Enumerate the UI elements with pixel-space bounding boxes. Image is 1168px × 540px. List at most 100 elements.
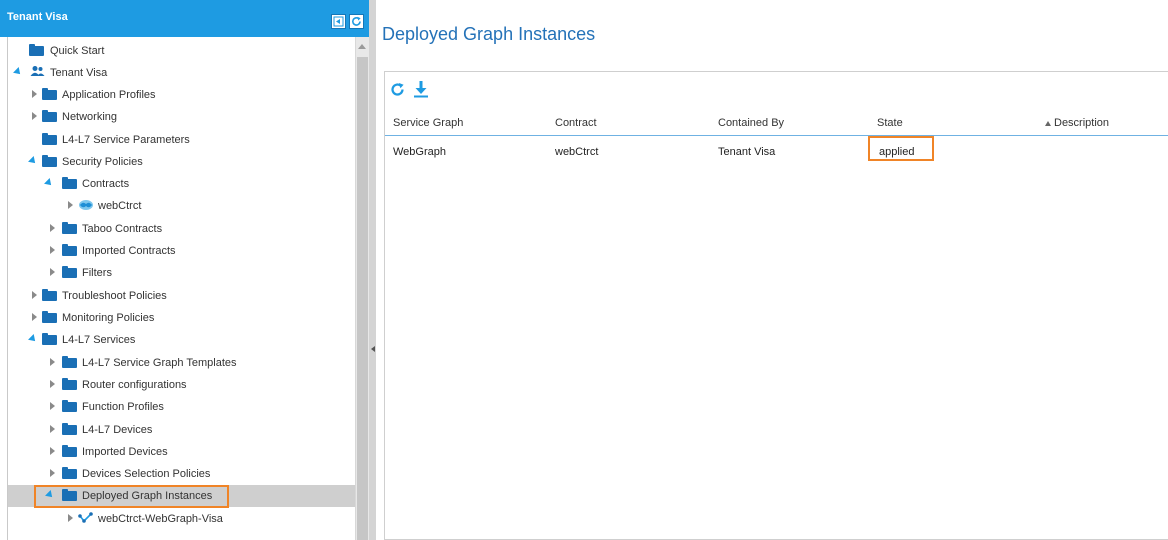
tree-item-label: Filters: [82, 267, 112, 279]
tree-item-imported-contracts[interactable]: Imported Contracts: [8, 240, 356, 262]
tree-item-contracts[interactable]: Contracts: [8, 173, 356, 195]
folder-icon: [62, 445, 77, 457]
tree-item-security-policies[interactable]: Security Policies: [8, 151, 356, 173]
tree-item-label: Monitoring Policies: [62, 312, 155, 324]
folder-icon: [42, 289, 57, 301]
expand-arrow-icon[interactable]: [28, 334, 38, 344]
expand-arrow-icon[interactable]: [32, 313, 37, 321]
expand-arrow-icon[interactable]: [68, 514, 73, 522]
folder-icon: [62, 266, 77, 278]
tree-scrollbar[interactable]: [355, 37, 369, 540]
navigation-panel: Tenant Visa Quick Start Tenant Visa Appl…: [0, 0, 369, 540]
tree-item-l4-l7-service-graph-templates[interactable]: L4-L7 Service Graph Templates: [8, 352, 356, 374]
tree-item-label: webCtrct: [98, 200, 142, 212]
tree-item-devices-selection-policies[interactable]: Devices Selection Policies: [8, 463, 356, 485]
download-icon[interactable]: [413, 80, 429, 101]
column-state[interactable]: State: [877, 117, 903, 129]
folder-icon: [62, 378, 77, 390]
folder-icon: [42, 133, 57, 145]
folder-icon: [62, 423, 77, 435]
graph-instance-icon: [78, 511, 94, 528]
tree-item-label: Devices Selection Policies: [82, 468, 211, 480]
tree-item-troubleshoot-policies[interactable]: Troubleshoot Policies: [8, 285, 356, 307]
tree-item-l4-l7-devices[interactable]: L4-L7 Devices: [8, 419, 356, 441]
cell-contract: webCtrct: [555, 146, 599, 158]
tree-item-imported-devices[interactable]: Imported Devices: [8, 441, 356, 463]
tree-item-router-configurations[interactable]: Router configurations: [8, 374, 356, 396]
folder-icon: [42, 110, 57, 122]
tree-item-label: Quick Start: [50, 45, 105, 57]
tree-item-label: Imported Devices: [82, 446, 168, 458]
folder-icon: [62, 467, 77, 479]
tree-item-label: Function Profiles: [82, 401, 164, 413]
tree-item-label: webCtrct-WebGraph-Visa: [98, 513, 223, 525]
refresh-icon[interactable]: [389, 81, 406, 101]
expand-arrow-icon[interactable]: [28, 156, 38, 166]
tree-item-label: L4-L7 Service Parameters: [62, 134, 190, 146]
scrollbar-thumb[interactable]: [357, 57, 368, 540]
expand-arrow-icon[interactable]: [50, 224, 55, 232]
folder-icon: [62, 356, 77, 368]
column-contained-by[interactable]: Contained By: [718, 117, 784, 129]
expand-arrow-icon[interactable]: [44, 178, 54, 188]
contract-icon: [78, 198, 94, 215]
expand-arrow-icon[interactable]: [50, 246, 55, 254]
expand-arrow-icon[interactable]: [50, 447, 55, 455]
tree-item-label: Router configurations: [82, 379, 187, 391]
state-highlight-box: [868, 136, 934, 161]
column-contract[interactable]: Contract: [555, 117, 597, 129]
expand-arrow-icon[interactable]: [32, 112, 37, 120]
sort-ascending-icon[interactable]: [1045, 121, 1051, 126]
tenant-title: Tenant Visa: [7, 11, 68, 23]
collapse-arrow-icon[interactable]: [371, 346, 375, 352]
page-title: Deployed Graph Instances: [382, 24, 596, 44]
scroll-up-arrow-icon[interactable]: [358, 44, 366, 49]
expand-arrow-icon[interactable]: [50, 380, 55, 388]
tree-item-label: Contracts: [82, 178, 130, 190]
tree-item-label: Troubleshoot Policies: [62, 290, 167, 302]
folder-icon: [42, 88, 57, 100]
folder-icon: [29, 44, 44, 56]
tree-item-networking[interactable]: Networking: [8, 106, 356, 128]
expand-arrow-icon[interactable]: [50, 469, 55, 477]
cell-service-graph: WebGraph: [393, 146, 446, 158]
expand-arrow-icon[interactable]: [68, 201, 73, 209]
expand-arrow-icon[interactable]: [50, 402, 55, 410]
tree-item-label: Imported Contracts: [82, 245, 176, 257]
tree-item-l4-l7-service-parameters[interactable]: L4-L7 Service Parameters: [8, 129, 356, 151]
folder-icon: [42, 155, 57, 167]
collapse-icon[interactable]: [331, 14, 346, 29]
tree-item-filters[interactable]: Filters: [8, 262, 356, 284]
instances-table-panel: [384, 71, 1168, 540]
column-description[interactable]: Description: [1054, 117, 1109, 129]
tenant-icon: [30, 65, 45, 81]
tree-item-label: L4-L7 Service Graph Templates: [82, 357, 237, 369]
tree-item-tenant-visa[interactable]: Tenant Visa: [8, 62, 356, 84]
panel-splitter[interactable]: [369, 0, 376, 540]
navigation-header: Tenant Visa: [0, 0, 369, 37]
folder-icon: [62, 244, 77, 256]
tree-item-webctrct-webgraph-visa[interactable]: webCtrct-WebGraph-Visa: [8, 508, 356, 530]
tree-item-label: Tenant Visa: [50, 67, 108, 79]
tree-item-taboo-contracts[interactable]: Taboo Contracts: [8, 218, 356, 240]
expand-arrow-icon[interactable]: [32, 90, 37, 98]
expand-arrow-icon[interactable]: [32, 291, 37, 299]
cell-contained-by: Tenant Visa: [718, 146, 776, 158]
expand-arrow-icon[interactable]: [13, 67, 23, 77]
tree-item-monitoring-policies[interactable]: Monitoring Policies: [8, 307, 356, 329]
folder-icon: [62, 400, 77, 412]
tree-item-application-profiles[interactable]: Application Profiles: [8, 84, 356, 106]
column-service-graph[interactable]: Service Graph: [393, 117, 463, 129]
selection-highlight-box: [34, 485, 229, 508]
expand-arrow-icon[interactable]: [50, 425, 55, 433]
refresh-icon[interactable]: [349, 14, 364, 29]
tree-item-webctrct[interactable]: webCtrct: [8, 195, 356, 217]
expand-arrow-icon[interactable]: [50, 358, 55, 366]
folder-icon: [42, 311, 57, 323]
tree-item-quick-start[interactable]: Quick Start: [8, 40, 356, 62]
tree-item-l4-l7-services[interactable]: L4-L7 Services: [8, 329, 356, 351]
folder-icon: [62, 222, 77, 234]
expand-arrow-icon[interactable]: [50, 268, 55, 276]
tree-item-label: Security Policies: [62, 156, 143, 168]
tree-item-function-profiles[interactable]: Function Profiles: [8, 396, 356, 418]
